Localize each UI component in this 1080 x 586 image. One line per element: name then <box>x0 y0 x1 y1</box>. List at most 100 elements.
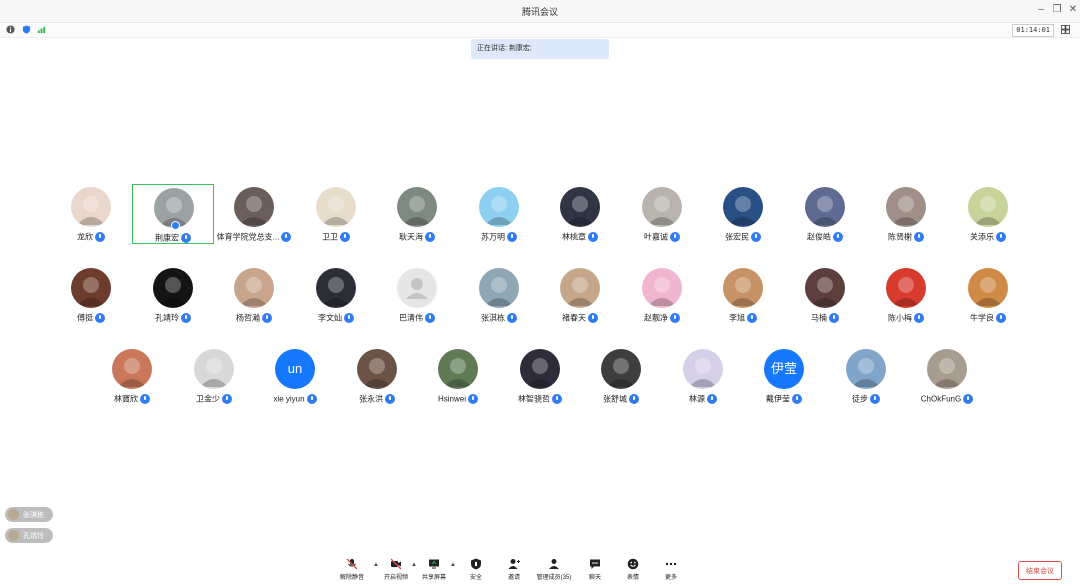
participant-name-row: ChOkFunG <box>906 390 988 404</box>
participant-tile[interactable]: 赵俊皓 <box>784 184 866 244</box>
avatar <box>805 268 845 308</box>
security-button[interactable]: 安全 <box>464 558 488 581</box>
avatar <box>927 349 967 389</box>
participant-tile[interactable]: 马楠 <box>784 265 866 325</box>
participant-name: 荆康宏 <box>155 233 179 243</box>
restore-icon[interactable]: ❐ <box>1050 3 1064 17</box>
manage-members-button[interactable]: 管理成员(35) <box>534 558 574 581</box>
participant-tile[interactable]: Hsinwei <box>417 346 499 406</box>
grid-view-icon[interactable] <box>1061 25 1070 34</box>
start-video-button[interactable]: 开启视频 <box>382 558 410 581</box>
minimize-icon[interactable]: – <box>1034 3 1048 17</box>
avatar-photo <box>566 277 594 306</box>
microphone-icon <box>385 393 395 404</box>
avatar-photo <box>852 358 880 387</box>
participant-name: 赵俊皓 <box>807 232 831 242</box>
participant-name: 龙欣 <box>77 232 93 242</box>
participant-tile[interactable]: 张舒城 <box>580 346 662 406</box>
participant-tile[interactable]: 李文灿 <box>295 265 377 325</box>
participant-tile[interactable]: 林源 <box>662 346 744 406</box>
participant-name-row: 张淇栋 <box>458 309 540 323</box>
avatar-photo <box>811 196 839 225</box>
share-screen-button[interactable]: 共享屏幕 <box>420 558 448 581</box>
toast-avatar <box>8 509 19 520</box>
avatar-photo <box>892 277 920 306</box>
participant-tile[interactable]: 关添乐 <box>947 184 1029 244</box>
microphone-icon <box>588 312 598 323</box>
caret-up-icon[interactable]: ▲ <box>373 562 379 568</box>
invite-button[interactable]: 邀请 <box>502 558 526 581</box>
microphone-icon <box>963 393 974 404</box>
microphone-icon <box>95 312 105 323</box>
participant-tile[interactable]: 卫金少 <box>173 346 255 406</box>
participant-tile[interactable]: 林桃章 <box>539 184 621 244</box>
participant-tile[interactable]: 徒步 <box>825 346 907 406</box>
microphone-icon <box>914 231 924 242</box>
participant-tile[interactable]: 卫卫 <box>295 184 377 244</box>
avatar-photo <box>729 277 757 306</box>
participant-name: 赵靓净 <box>644 313 668 323</box>
participant-name: 戴伊莹 <box>766 394 790 404</box>
participant-tile[interactable]: 褚春天 <box>539 265 621 325</box>
close-icon[interactable]: ✕ <box>1066 3 1080 17</box>
participant-name-row: 张永洪 <box>336 390 418 404</box>
participant-tile[interactable]: 林寶欣 <box>91 346 173 406</box>
info-icon[interactable] <box>6 25 15 34</box>
participant-tile[interactable]: 耿天海 <box>376 184 458 244</box>
participant-tile[interactable]: un xie yiyun <box>254 346 336 406</box>
participant-tile[interactable]: 牛学良 <box>947 265 1029 325</box>
toast-name: 张淇栋 <box>23 512 44 519</box>
participant-tile[interactable]: 张宏民 <box>702 184 784 244</box>
participant-tile[interactable]: 林智骁哲 <box>499 346 581 406</box>
more-button[interactable]: 更多 <box>659 558 683 581</box>
reactions-label: 表情 <box>626 575 639 581</box>
microphone-icon <box>306 393 317 404</box>
participant-tile[interactable]: 李旭 <box>702 265 784 325</box>
participant-tile[interactable]: 孔靖玲 <box>132 265 214 325</box>
caret-up-icon[interactable]: ▲ <box>411 562 417 568</box>
participant-name-row: 荆康宏 <box>133 229 213 243</box>
participant-name-row: 苏万明 <box>458 228 540 242</box>
microphone-muted-icon <box>346 558 358 570</box>
participant-name: Hsinwei <box>437 394 466 404</box>
participant-name: 体育学院党总支... <box>216 232 280 242</box>
avatar <box>846 349 886 389</box>
participant-tile[interactable]: 伊莹 戴伊莹 <box>743 346 825 406</box>
avatar-photo <box>118 358 146 387</box>
participant-tile[interactable]: ChOkFunG <box>906 346 988 406</box>
participant-tile[interactable]: 叶嘉诚 <box>621 184 703 244</box>
participant-name: 叶嘉诚 <box>644 232 668 242</box>
participant-tile[interactable]: 杨哲瀚 <box>213 265 295 325</box>
end-meeting-button[interactable]: 结束会议 <box>1018 561 1062 580</box>
participant-tile[interactable]: 陈贤榭 <box>865 184 947 244</box>
participant-tile[interactable]: 张淇栋 <box>458 265 540 325</box>
participant-tile[interactable]: 体育学院党总支... <box>213 184 295 244</box>
participant-name-row: 陈贤榭 <box>865 228 947 242</box>
participant-tile[interactable]: 苏万明 <box>458 184 540 244</box>
participant-tile[interactable]: 陈小梅 <box>865 265 947 325</box>
participant-tile[interactable]: 傅挺 <box>50 265 132 325</box>
avatar-photo <box>729 196 757 225</box>
microphone-icon <box>281 231 292 242</box>
shield-icon[interactable] <box>22 25 31 34</box>
participant-name: 杨哲瀚 <box>236 313 260 323</box>
participant-tile[interactable]: 赵靓净 <box>621 265 703 325</box>
signal-icon[interactable] <box>37 25 46 34</box>
more-dots-icon <box>665 562 677 566</box>
chat-button[interactable]: 聊天 <box>583 558 607 581</box>
reactions-button[interactable]: 表情 <box>621 558 645 581</box>
participant-name-row: 褚春天 <box>539 309 621 323</box>
participant-name: 李文灿 <box>318 313 342 323</box>
caret-up-icon[interactable]: ▲ <box>450 562 456 568</box>
meeting-toolbar: 解除静音 ▲ 开启视频 ▲ 共享屏幕 ▲ 安全 邀请 管理成员(35) 聊天 表… <box>0 556 1080 586</box>
participant-tile[interactable]: 荆康宏 <box>132 184 214 244</box>
microphone-icon <box>747 312 757 323</box>
participant-tile[interactable]: 龙欣 <box>50 184 132 244</box>
participant-tile[interactable]: 张永洪 <box>336 346 418 406</box>
participant-tile[interactable]: 巴清伟 <box>376 265 458 325</box>
unmute-button[interactable]: 解除静音 <box>338 558 366 581</box>
avatar-photo <box>689 358 717 387</box>
avatar <box>560 268 600 308</box>
microphone-icon <box>792 393 802 404</box>
microphone-icon <box>95 231 105 242</box>
